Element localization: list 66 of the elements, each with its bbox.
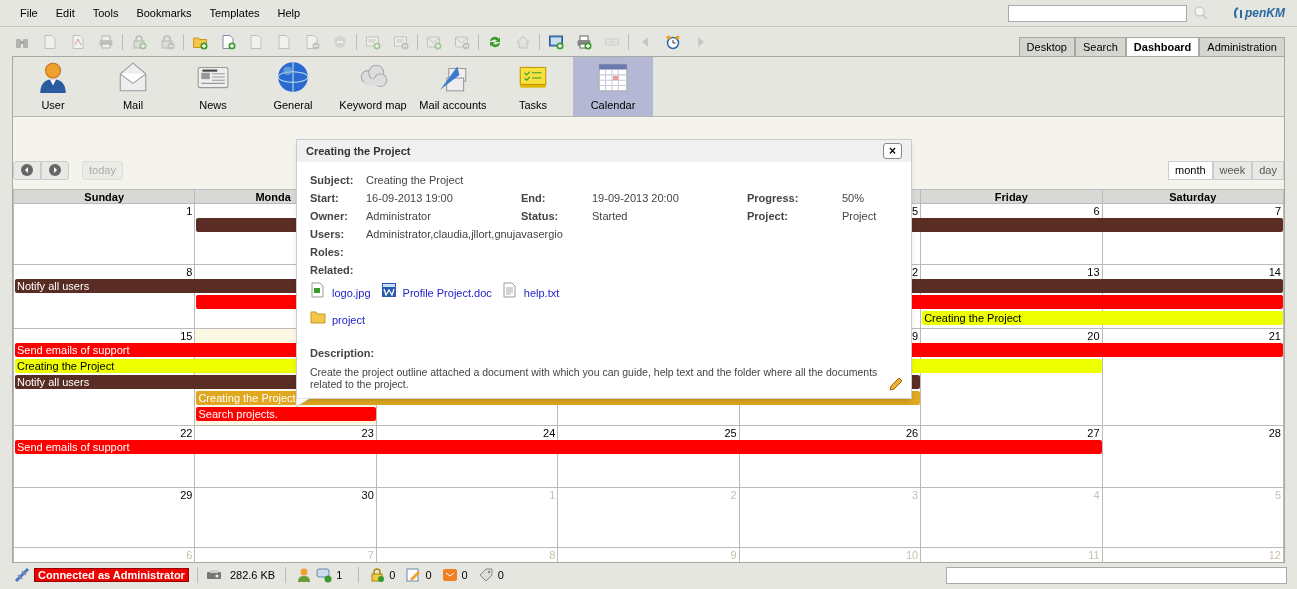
field-label: End: (521, 190, 547, 206)
field-label: Description: (310, 346, 376, 361)
day-number: 27 (1087, 426, 1101, 440)
day-number: 29 (180, 488, 194, 502)
day-number: 1 (549, 488, 557, 502)
field-label: Subject: (310, 172, 355, 188)
field-value: Started (592, 208, 629, 224)
counter: 0 (389, 567, 396, 583)
day-number: 6 (186, 548, 194, 562)
day-number: 7 (367, 548, 375, 562)
popup-title: Creating the Project (306, 143, 411, 159)
day-number: 9 (912, 329, 920, 343)
day-number: 22 (180, 426, 194, 440)
day-number: 11 (1088, 548, 1101, 562)
counter: 1 (336, 567, 343, 583)
field-label: Users: (310, 226, 346, 242)
counter: 0 (497, 567, 504, 583)
counter: 0 (425, 567, 432, 583)
connection-status: Connected as Administrator (34, 568, 189, 582)
logo-text: penKM (1245, 5, 1285, 22)
weekday-header: Sunday (84, 190, 125, 203)
field-value: Administrator (366, 208, 432, 224)
day-number: 23 (361, 426, 375, 440)
day-number: 14 (1268, 265, 1282, 279)
field-label: Status: (521, 208, 560, 224)
day-number: 20 (1087, 329, 1101, 343)
day-number: 26 (905, 426, 920, 440)
field-value: 16-09-2013 19:00 (366, 190, 454, 206)
day-number: 2 (912, 265, 920, 279)
field-label: Progress: (747, 190, 800, 206)
day-number: 6 (1093, 204, 1101, 218)
day-number: 28 (1268, 426, 1282, 440)
field-label: Project: (747, 208, 789, 224)
field-value: 19-09-2013 20:00 (592, 190, 680, 206)
day-number: 8 (549, 548, 557, 562)
weekday-header: Saturday (1169, 190, 1217, 203)
day-number: 5 (912, 204, 920, 218)
day-number: 5 (1274, 488, 1282, 502)
day-number: 24 (543, 426, 557, 440)
day-number: 15 (180, 329, 194, 343)
weekday-header: Monda (255, 190, 291, 203)
field-label: Roles: (310, 244, 345, 260)
day-number: 3 (912, 488, 920, 502)
day-number: 8 (186, 265, 194, 279)
field-label: Related: (310, 262, 355, 278)
field-value: Administrator,claudia,jllort,gnujavasergio (366, 226, 564, 242)
field-value: 50% (842, 190, 866, 206)
day-number: 4 (1093, 488, 1101, 502)
day-number: 13 (1087, 265, 1101, 279)
description-text: Create the project outline attached a document with which you can guide, help text and the folder where all the documents related to the project. (310, 365, 879, 390)
field-value: Project (842, 208, 878, 224)
field-value: Creating the Project (366, 172, 465, 188)
day-number: 7 (1274, 204, 1282, 218)
day-number: 1 (186, 204, 194, 218)
weekday-header: Friday (994, 190, 1028, 203)
field-label: Owner: (310, 208, 349, 224)
day-number: 9 (730, 548, 738, 562)
disk-size: 282.6 KB (229, 567, 276, 583)
day-number: 25 (724, 426, 738, 440)
day-number: 10 (905, 548, 920, 562)
day-number: 2 (730, 488, 738, 502)
field-label: Start: (310, 190, 340, 206)
day-number: 12 (1268, 548, 1282, 562)
day-number: 21 (1268, 329, 1282, 343)
counter: 0 (461, 567, 468, 583)
day-number: 30 (361, 488, 375, 502)
